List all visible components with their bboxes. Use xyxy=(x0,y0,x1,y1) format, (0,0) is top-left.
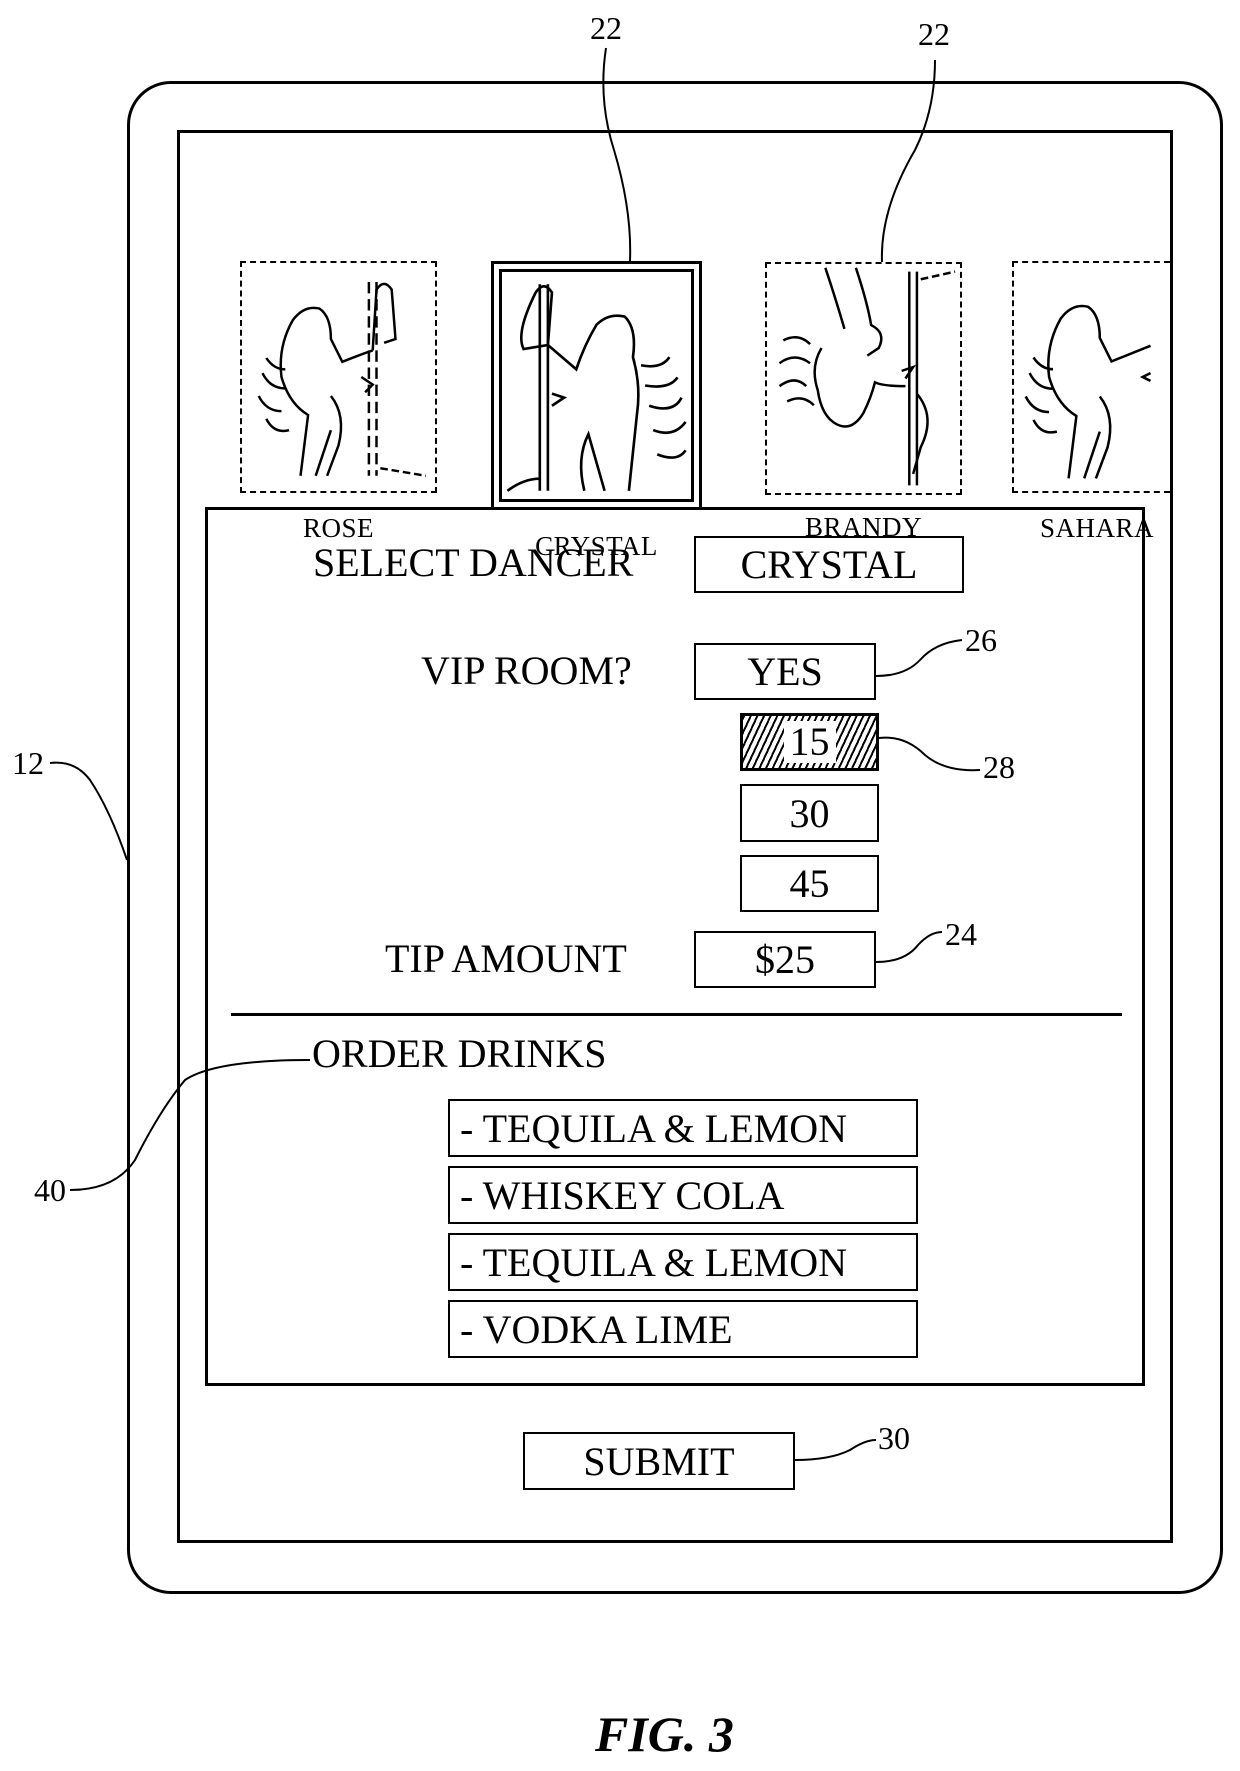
tip-amount-field[interactable]: $25 xyxy=(694,931,876,988)
ref-numeral-22: 22 xyxy=(918,16,950,52)
ref-numeral-12: 12 xyxy=(12,745,44,781)
tip-amount-label: TIP AMOUNT xyxy=(385,936,627,981)
section-divider xyxy=(231,1013,1122,1016)
dancer-inverted-silhouette-icon xyxy=(778,267,956,486)
dancer-thumbnail-sahara[interactable] xyxy=(1012,261,1170,493)
order-drinks-heading: ORDER DRINKS xyxy=(312,1031,607,1076)
submit-button[interactable]: SUBMIT xyxy=(523,1432,795,1490)
drink-item[interactable]: - TEQUILA & LEMON xyxy=(448,1233,918,1291)
duration-option-label: 15 xyxy=(783,721,836,763)
dancer-thumbnail-rose[interactable] xyxy=(240,261,437,493)
dancer-silhouette-icon xyxy=(506,284,687,492)
drink-item[interactable]: - VODKA LIME xyxy=(448,1300,918,1358)
duration-option-15[interactable]: 15 xyxy=(740,713,879,771)
ref-numeral-40: 40 xyxy=(34,1172,66,1208)
ref-numeral-24: 24 xyxy=(945,916,977,952)
leader-line-12 xyxy=(49,761,128,861)
dancer-silhouette-icon xyxy=(1024,304,1152,479)
vip-room-label: VIP ROOM? xyxy=(421,648,632,693)
select-dancer-label: SELECT DANCER xyxy=(313,540,634,585)
figure-caption: FIG. 3 xyxy=(595,1706,734,1762)
dancer-thumbnail-brandy[interactable] xyxy=(765,262,962,495)
dancer-thumbnail-crystal[interactable] xyxy=(491,261,702,510)
drink-item[interactable]: - WHISKEY COLA xyxy=(448,1166,918,1224)
drink-item[interactable]: - TEQUILA & LEMON xyxy=(448,1099,918,1157)
ref-numeral-22: 22 xyxy=(590,10,622,46)
ref-numeral-28: 28 xyxy=(983,749,1015,785)
ref-numeral-30: 30 xyxy=(878,1420,910,1456)
duration-option-30[interactable]: 30 xyxy=(740,784,879,842)
ref-numeral-26: 26 xyxy=(965,622,997,658)
vip-room-field[interactable]: YES xyxy=(694,643,876,700)
select-dancer-field[interactable]: CRYSTAL xyxy=(694,536,964,593)
dancer-silhouette-icon xyxy=(257,282,427,478)
duration-option-45[interactable]: 45 xyxy=(740,855,879,912)
